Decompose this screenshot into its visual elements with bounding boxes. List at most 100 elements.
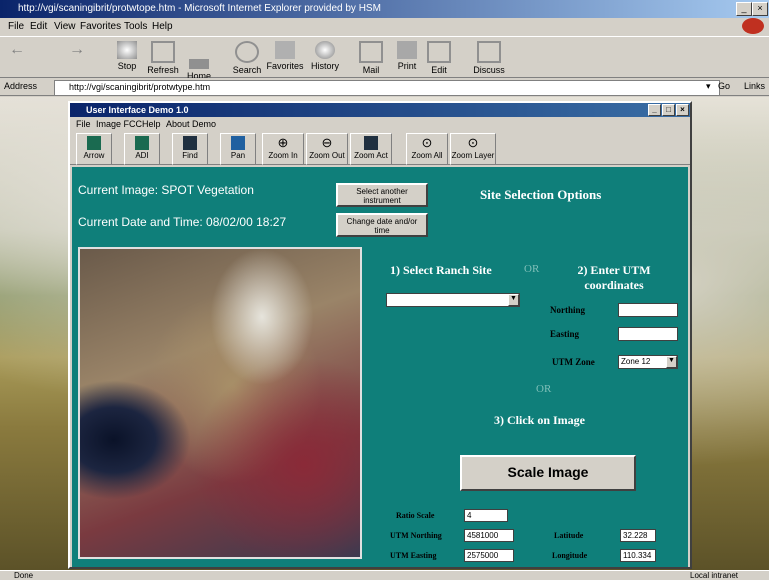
stop-label: Stop bbox=[117, 61, 137, 71]
menu-favorites[interactable]: Favorites bbox=[80, 21, 121, 32]
brand-logo-icon bbox=[742, 18, 764, 34]
northing-label: Northing bbox=[550, 305, 586, 315]
tool-pan[interactable]: Pan bbox=[220, 133, 256, 165]
tool-adi[interactable]: ADI bbox=[124, 133, 160, 165]
ratio-scale-label: Ratio Scale bbox=[396, 511, 435, 520]
tool-arrow[interactable]: Arrow bbox=[76, 133, 112, 165]
menu-edit[interactable]: Edit bbox=[30, 21, 47, 32]
edit-label: Edit bbox=[431, 65, 447, 75]
history-icon bbox=[315, 41, 335, 59]
binoculars-icon bbox=[183, 136, 197, 150]
address-input[interactable]: http://vgi/scaningibrit/protwtype.htm bbox=[54, 80, 720, 96]
tool-find[interactable]: Find bbox=[172, 133, 208, 165]
print-icon bbox=[397, 41, 417, 59]
tool-zoom-in[interactable]: ⊕ Zoom In bbox=[262, 133, 304, 165]
forward-button[interactable]: → bbox=[62, 39, 92, 75]
zoom-out-icon: ⊖ bbox=[321, 135, 333, 150]
status-zone: Local intranet bbox=[690, 571, 739, 580]
refresh-label: Refresh bbox=[147, 65, 179, 75]
stop-icon bbox=[117, 41, 137, 59]
address-label: Address bbox=[4, 81, 38, 91]
tool-zoom-out[interactable]: ⊖ Zoom Out bbox=[306, 133, 348, 165]
tool-zoom-in-label: Zoom In bbox=[268, 151, 298, 160]
satellite-image[interactable] bbox=[78, 247, 362, 559]
history-button[interactable]: History bbox=[306, 39, 344, 75]
app-content: Current Image: SPOT Vegetation Current D… bbox=[72, 167, 688, 567]
refresh-icon bbox=[151, 41, 175, 63]
edit-button[interactable]: Edit bbox=[420, 39, 458, 75]
mail-icon bbox=[359, 41, 383, 63]
address-bar: Address http://vgi/scaningibrit/protwtyp… bbox=[0, 78, 769, 96]
longitude-input[interactable]: 110.334 bbox=[620, 549, 656, 562]
browser-menu-bar: File Edit View Favorites Tools Help bbox=[0, 18, 769, 36]
utm-zone-value: Zone 12 bbox=[621, 357, 651, 366]
close-icon[interactable]: × bbox=[752, 2, 768, 16]
ratio-scale-input[interactable]: 4 bbox=[464, 509, 508, 522]
app-maximize-icon[interactable]: □ bbox=[662, 104, 675, 116]
utm-zone-dropdown-icon[interactable]: ▼ bbox=[666, 356, 677, 368]
menu-file[interactable]: File bbox=[8, 21, 24, 32]
ratio-scale-value: 4 bbox=[467, 511, 472, 520]
tool-pan-label: Pan bbox=[230, 151, 246, 160]
ranch-site-dropdown-icon[interactable]: ▼ bbox=[508, 294, 519, 306]
mail-button[interactable]: Mail bbox=[352, 39, 390, 75]
tool-zoom-layer-label: Zoom Layer bbox=[451, 151, 495, 160]
zoom-layer-icon: ⊙ bbox=[467, 135, 479, 150]
app-menu-about[interactable]: About Demo bbox=[166, 119, 216, 129]
app-title: User Interface Demo 1.0 bbox=[86, 105, 189, 115]
current-image-label: Current Image: SPOT Vegetation bbox=[78, 183, 254, 197]
back-button[interactable]: ← bbox=[2, 39, 32, 75]
ranch-site-select[interactable] bbox=[386, 293, 520, 307]
utm-easting-value: 2575000 bbox=[467, 551, 499, 560]
adi-icon bbox=[135, 136, 149, 150]
app-close-icon[interactable]: × bbox=[676, 104, 689, 116]
back-arrow-icon: ← bbox=[9, 41, 25, 58]
status-text: Done bbox=[14, 571, 34, 580]
latitude-value: 32.228 bbox=[623, 531, 648, 540]
refresh-button[interactable]: Refresh bbox=[144, 39, 182, 75]
search-button[interactable]: Search bbox=[228, 39, 266, 75]
app-menu-image-fcc[interactable]: Image FCC bbox=[96, 119, 142, 129]
utm-northing-input[interactable]: 4581000 bbox=[464, 529, 514, 542]
status-bar: Done Local intranet bbox=[0, 570, 769, 580]
app-menu-help[interactable]: Help bbox=[142, 119, 161, 129]
go-button[interactable]: Go bbox=[718, 81, 730, 91]
current-datetime-label: Current Date and Time: 08/02/00 18:27 bbox=[78, 215, 287, 229]
app-minimize-icon[interactable]: _ bbox=[648, 104, 661, 116]
app-menu-file[interactable]: File bbox=[76, 119, 91, 129]
favorites-button[interactable]: Favorites bbox=[266, 39, 304, 75]
edit-icon bbox=[427, 41, 451, 63]
links-button[interactable]: Links bbox=[744, 81, 765, 91]
change-datetime-button[interactable]: Change date and/or time bbox=[336, 213, 428, 237]
menu-view[interactable]: View bbox=[54, 21, 76, 32]
latitude-input[interactable]: 32.228 bbox=[620, 529, 656, 542]
or-label-2: OR bbox=[536, 383, 552, 395]
menu-help[interactable]: Help bbox=[152, 21, 173, 32]
northing-input[interactable] bbox=[618, 303, 678, 317]
home-button[interactable]: Home bbox=[180, 39, 218, 81]
address-dropdown-icon[interactable]: ▾ bbox=[706, 81, 711, 92]
tool-zoom-all[interactable]: ⊙ Zoom All bbox=[406, 133, 448, 165]
menu-tools[interactable]: Tools bbox=[124, 21, 147, 32]
utm-northing-value: 4581000 bbox=[467, 531, 499, 540]
browser-toolbar: ← → Stop Refresh Home Search Favorites H… bbox=[0, 36, 769, 81]
easting-input[interactable] bbox=[618, 327, 678, 341]
app-menu-bar: File Image FCC Help About Demo bbox=[70, 117, 690, 131]
option3-label: 3) Click on Image bbox=[494, 413, 585, 427]
tool-zoom-act[interactable]: Zoom Act bbox=[350, 133, 392, 165]
favorites-label: Favorites bbox=[266, 61, 304, 71]
minimize-icon[interactable]: _ bbox=[736, 2, 752, 16]
tool-zoom-layer[interactable]: ⊙ Zoom Layer bbox=[450, 133, 496, 165]
pan-icon bbox=[231, 136, 245, 150]
mail-label: Mail bbox=[362, 65, 380, 75]
select-instrument-button[interactable]: Select another instrument bbox=[336, 183, 428, 207]
scale-image-button[interactable]: Scale Image bbox=[460, 455, 636, 491]
discuss-button[interactable]: Discuss bbox=[470, 39, 508, 75]
utm-easting-input[interactable]: 2575000 bbox=[464, 549, 514, 562]
tool-zoom-act-label: Zoom Act bbox=[354, 151, 388, 160]
zoom-act-icon bbox=[364, 136, 378, 150]
stop-button[interactable]: Stop bbox=[108, 39, 146, 75]
longitude-value: 110.334 bbox=[623, 551, 652, 560]
utm-zone-label: UTM Zone bbox=[552, 357, 595, 367]
search-icon bbox=[235, 41, 259, 63]
